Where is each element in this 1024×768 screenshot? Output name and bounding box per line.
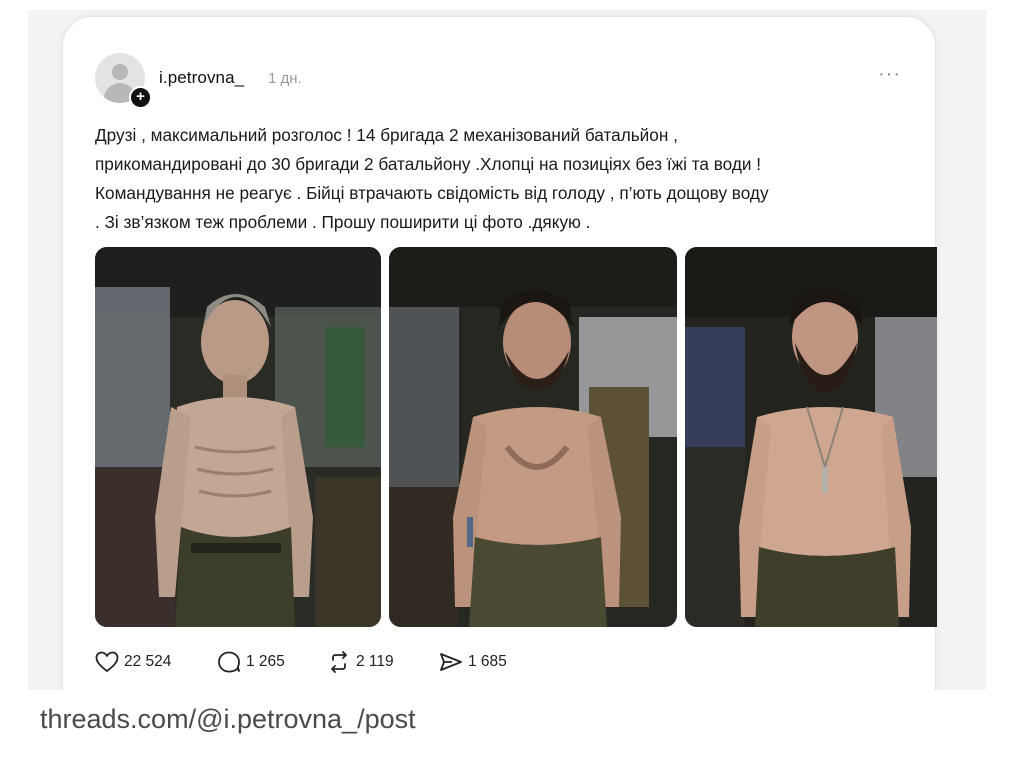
more-options-icon[interactable]: ··· [878, 64, 901, 84]
heart-icon [95, 651, 119, 673]
follow-plus-icon[interactable]: + [129, 86, 152, 109]
repost-count: 2 119 [356, 653, 394, 670]
repost-action[interactable]: 2 119 [327, 649, 394, 675]
screenshot-frame: + i.petrovna_ 1 дн. ··· Друзі , максимал… [28, 10, 986, 690]
threads-post-card: + i.petrovna_ 1 дн. ··· Друзі , максимал… [62, 16, 937, 690]
photo-soldier-2-image [389, 247, 677, 627]
source-url-caption: threads.com/@i.petrovna_/post [40, 704, 416, 734]
post-text-line-3: Командування не реагує . Бійці втрачають… [95, 183, 769, 203]
post-photo-1[interactable] [95, 247, 381, 627]
post-text-line-4: . Зі зв’язком теж проблеми . Прошу пошир… [95, 212, 591, 232]
avatar-head-shape [112, 64, 128, 80]
share-action[interactable]: 1 685 [439, 649, 507, 675]
screenshot-stage: + i.petrovna_ 1 дн. ··· Друзі , максимал… [0, 0, 1024, 768]
like-count: 22 524 [124, 653, 172, 670]
photo-soldier-3-image [685, 247, 937, 627]
reply-count: 1 265 [246, 653, 285, 670]
post-photo-3[interactable] [685, 247, 937, 627]
post-username[interactable]: i.petrovna_ [159, 68, 244, 88]
comment-icon [218, 651, 240, 673]
reply-action[interactable]: 1 265 [217, 649, 285, 675]
post-photo-2[interactable] [389, 247, 677, 627]
photo-carousel[interactable] [95, 247, 937, 629]
photo-soldier-1-image [95, 247, 381, 627]
repost-icon [331, 651, 347, 673]
send-icon [440, 653, 462, 671]
post-text: Друзі , максимальний розголос ! 14 брига… [95, 121, 905, 237]
post-timestamp: 1 дн. [268, 70, 302, 87]
post-text-line-1: Друзі , максимальний розголос ! 14 брига… [95, 125, 678, 145]
post-text-line-2: прикомандировані до 30 бригади 2 батальй… [95, 154, 762, 174]
like-action[interactable]: 22 524 [95, 649, 171, 675]
share-count: 1 685 [468, 653, 507, 670]
post-header: + i.petrovna_ 1 дн. ··· [95, 53, 905, 109]
